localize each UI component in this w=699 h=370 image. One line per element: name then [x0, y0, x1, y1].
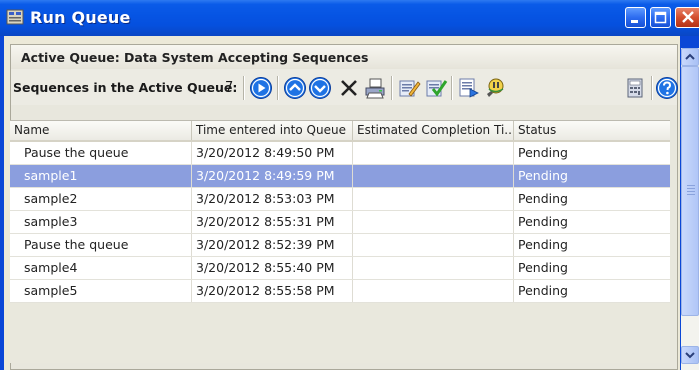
cell-time: 3/20/2012 8:55:58 PM	[192, 280, 353, 302]
cell-time: 3/20/2012 8:49:50 PM	[192, 142, 353, 164]
properties-icon[interactable]	[457, 76, 481, 100]
cell-name: sample1	[10, 165, 192, 187]
vertical-scrollbar[interactable]	[681, 48, 699, 370]
queue-table: Name Time entered into Queue Estimated C…	[10, 120, 670, 363]
cell-status: Pending	[518, 237, 568, 252]
table-row[interactable]: sample2 3/20/2012 8:53:03 PM Pending	[10, 188, 670, 211]
cell-name: Pause the queue	[10, 234, 192, 256]
cell-estimated	[353, 142, 514, 164]
maximize-button[interactable]	[650, 7, 671, 28]
cell-time: 3/20/2012 8:55:40 PM	[192, 257, 353, 279]
window-title: Run Queue	[30, 8, 131, 27]
move-down-icon[interactable]	[308, 76, 332, 100]
client-area: Active Queue: Data System Accepting Sequ…	[4, 36, 680, 370]
cell-name: Pause the queue	[10, 142, 192, 164]
cell-status: Pending	[518, 191, 568, 206]
title-bar[interactable]: Run Queue	[0, 0, 699, 36]
table-header: Name Time entered into Queue Estimated C…	[10, 121, 670, 142]
scroll-up-button[interactable]	[681, 48, 699, 66]
minimize-button[interactable]	[625, 7, 646, 28]
move-up-icon[interactable]	[283, 76, 307, 100]
print-icon[interactable]	[363, 76, 387, 100]
chevron-down-icon	[685, 352, 695, 359]
cell-estimated	[353, 165, 514, 187]
column-header-name[interactable]: Name	[10, 121, 192, 140]
scroll-down-button[interactable]	[681, 346, 699, 364]
cell-estimated	[353, 257, 514, 279]
calculator-icon[interactable]	[623, 76, 647, 100]
find-icon[interactable]	[483, 76, 507, 100]
column-header-estimated[interactable]: Estimated Completion Ti...	[353, 121, 514, 140]
queue-toolbar: Sequences in the Active Queue: 7	[11, 69, 679, 105]
toolbar-separator	[243, 76, 245, 100]
column-header-status[interactable]: Status	[514, 121, 670, 140]
close-button[interactable]	[675, 7, 699, 28]
cell-status: Pending	[518, 214, 568, 229]
table-row[interactable]: sample3 3/20/2012 8:55:31 PM Pending	[10, 211, 670, 234]
thumb-grip	[687, 194, 695, 195]
close-icon	[682, 11, 694, 23]
cell-estimated	[353, 211, 514, 233]
cell-estimated	[353, 188, 514, 210]
thumb-grip	[687, 185, 695, 186]
table-row-selected[interactable]: sample1 3/20/2012 8:49:59 PM Pending	[10, 165, 670, 188]
thumb-grip	[687, 191, 695, 192]
edit-icon[interactable]	[397, 76, 421, 100]
sequence-count-label: Sequences in the Active Queue:	[13, 80, 238, 95]
cell-name: sample2	[10, 188, 192, 210]
cell-name: sample3	[10, 211, 192, 233]
chevron-up-icon	[685, 53, 695, 60]
checkmark-icon[interactable]	[424, 76, 448, 100]
cell-status: Pending	[518, 283, 568, 298]
cell-status: Pending	[518, 145, 568, 160]
help-icon[interactable]	[655, 76, 679, 100]
table-row[interactable]: sample4 3/20/2012 8:55:40 PM Pending	[10, 257, 670, 280]
maximize-icon	[654, 11, 667, 24]
play-icon[interactable]	[249, 76, 273, 100]
cell-time: 3/20/2012 8:49:59 PM	[192, 165, 353, 187]
queue-app-icon	[6, 9, 24, 25]
panel-header: Active Queue: Data System Accepting Sequ…	[11, 45, 677, 70]
cell-time: 3/20/2012 8:52:39 PM	[192, 234, 353, 256]
column-header-time[interactable]: Time entered into Queue	[192, 121, 353, 140]
cell-status: Pending	[518, 168, 568, 183]
sequence-count-value: 7	[225, 80, 234, 95]
cell-time: 3/20/2012 8:53:03 PM	[192, 188, 353, 210]
cell-estimated	[353, 280, 514, 302]
cell-time: 3/20/2012 8:55:31 PM	[192, 211, 353, 233]
cell-status: Pending	[518, 260, 568, 275]
scrollbar-thumb[interactable]	[681, 66, 699, 316]
toolbar-separator	[277, 76, 279, 100]
delete-icon[interactable]	[337, 76, 361, 100]
cell-name: sample4	[10, 257, 192, 279]
run-queue-window: Run Queue Active Queue: Data System Acce…	[0, 0, 699, 370]
thumb-grip	[687, 188, 695, 189]
panel-title: Active Queue: Data System Accepting Sequ…	[21, 50, 369, 65]
toolbar-separator	[651, 76, 653, 100]
toolbar-separator	[391, 76, 393, 100]
cell-name: sample5	[10, 280, 192, 302]
table-row[interactable]: Pause the queue 3/20/2012 8:52:39 PM Pen…	[10, 234, 670, 257]
table-row[interactable]: sample5 3/20/2012 8:55:58 PM Pending	[10, 280, 670, 303]
toolbar-separator	[451, 76, 453, 100]
minimize-icon	[631, 20, 638, 23]
cell-estimated	[353, 234, 514, 256]
table-row[interactable]: Pause the queue 3/20/2012 8:49:50 PM Pen…	[10, 142, 670, 165]
